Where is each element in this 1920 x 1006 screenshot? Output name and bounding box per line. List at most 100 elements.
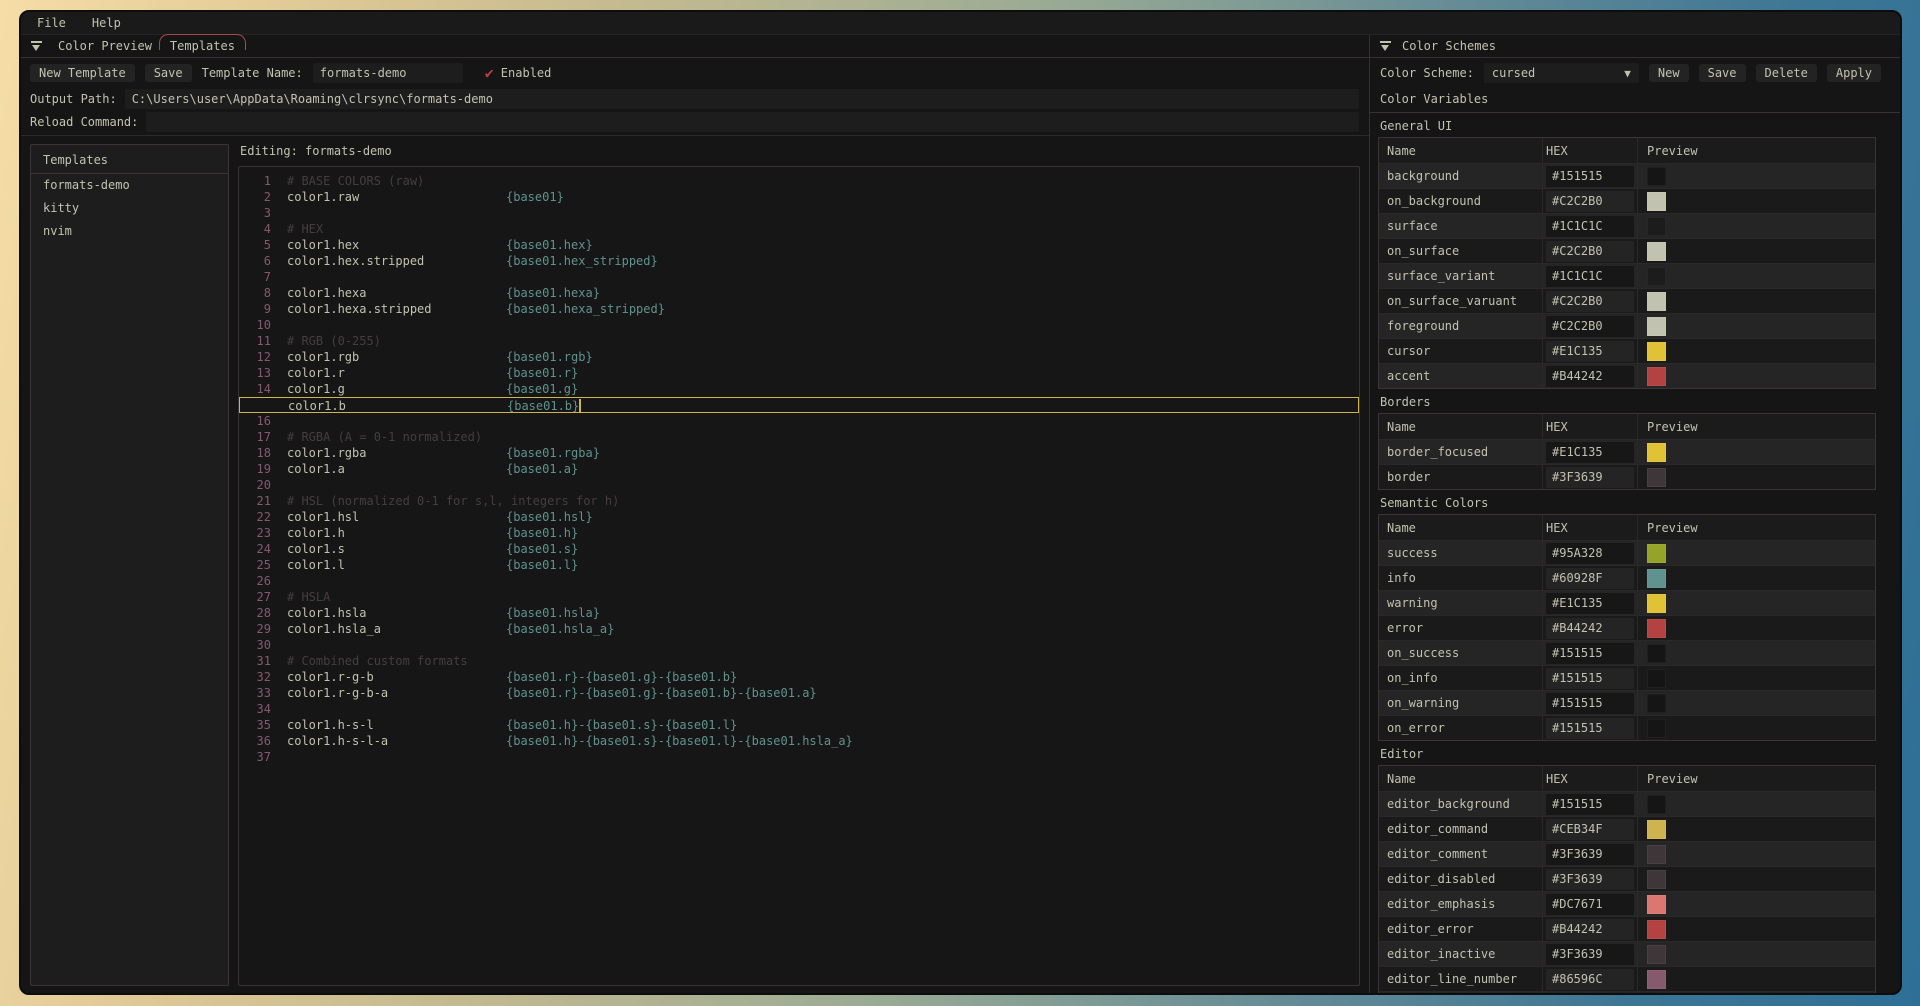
hex-value-input[interactable]: #C2C2B0 — [1546, 316, 1634, 337]
hex-value-input[interactable]: #3F3639 — [1546, 944, 1634, 965]
editor-line[interactable]: 13color1.r{base01.r} — [239, 365, 1359, 381]
list-item-template[interactable]: kitty — [31, 197, 228, 220]
editor-line[interactable]: 16 — [239, 413, 1359, 429]
scheme-apply-button[interactable]: Apply — [1827, 64, 1881, 82]
color-scheme-dropdown[interactable]: cursed ▼ — [1484, 63, 1639, 83]
editor-line[interactable]: 29color1.hsla_a{base01.hsla_a} — [239, 621, 1359, 637]
line-key: color1.g — [287, 381, 506, 397]
enabled-checkbox[interactable]: ✔ Enabled — [485, 66, 552, 81]
editor-line[interactable]: 7 — [239, 269, 1359, 285]
editor-line[interactable]: 27 # HSLA — [239, 589, 1359, 605]
editor-line[interactable]: 32color1.r-g-b{base01.r}-{base01.g}-{bas… — [239, 669, 1359, 685]
editor-line[interactable]: 37 — [239, 749, 1359, 765]
editor-line[interactable]: 10 — [239, 317, 1359, 333]
editor-line[interactable]: 6color1.hex.stripped{base01.hex_stripped… — [239, 253, 1359, 269]
editor-line[interactable]: 31# Combined custom formats — [239, 653, 1359, 669]
hex-value-input[interactable]: #151515 — [1546, 794, 1634, 815]
editor-line[interactable]: 1# BASE COLORS (raw) — [239, 173, 1359, 189]
editor-line[interactable]: 23color1.h{base01.h} — [239, 525, 1359, 541]
editor-line[interactable]: 20 — [239, 477, 1359, 493]
reload-command-input[interactable] — [146, 112, 1359, 132]
editor-line[interactable]: 17# RGBA (A = 0-1 normalized) — [239, 429, 1359, 445]
hex-value-input[interactable]: #151515 — [1546, 718, 1634, 739]
hex-value-input[interactable]: #B44242 — [1546, 618, 1634, 639]
editor-line[interactable]: 14color1.g{base01.g} — [239, 381, 1359, 397]
menu-help[interactable]: Help — [92, 16, 121, 30]
hex-value-input[interactable]: #C2C2B0 — [1546, 241, 1634, 262]
editor-line[interactable]: 22color1.hsl{base01.hsl} — [239, 509, 1359, 525]
editor-line[interactable]: 34 — [239, 701, 1359, 717]
color-variables-title: Color Variables — [1370, 88, 1900, 113]
scheme-new-button[interactable]: New — [1649, 64, 1689, 82]
hex-value-input[interactable]: #E1C135 — [1546, 341, 1634, 362]
hex-value-input[interactable]: #3F3639 — [1546, 869, 1634, 890]
variable-hex-cell: #60928F — [1543, 992, 1638, 993]
editor-line[interactable]: 28color1.hsla{base01.hsla} — [239, 605, 1359, 621]
editor-line[interactable]: 5color1.hex{base01.hex} — [239, 237, 1359, 253]
variable-name: surface — [1379, 214, 1543, 238]
save-template-button[interactable]: Save — [145, 64, 192, 82]
variable-preview-cell — [1638, 214, 1875, 238]
editor-line[interactable]: 26 — [239, 573, 1359, 589]
template-editor[interactable]: 1# BASE COLORS (raw)2color1.raw{base01}3… — [238, 166, 1360, 986]
hex-value-input[interactable]: #1C1C1C — [1546, 266, 1634, 287]
editor-line[interactable]: 24color1.s{base01.s} — [239, 541, 1359, 557]
editor-line[interactable]: 18color1.rgba{base01.rgba} — [239, 445, 1359, 461]
hex-value-input[interactable]: #DC7671 — [1546, 894, 1634, 915]
hex-value-input[interactable]: #B44242 — [1546, 919, 1634, 940]
hex-value-input[interactable]: #151515 — [1546, 693, 1634, 714]
line-key: color1.a — [287, 461, 506, 477]
tab-color-preview[interactable]: Color Preview — [56, 39, 154, 53]
template-name-input[interactable] — [313, 63, 463, 83]
editor-line[interactable]: 21# HSL (normalized 0-1 for s,l, integer… — [239, 493, 1359, 509]
scheme-delete-button[interactable]: Delete — [1756, 64, 1817, 82]
line-comment: # HSLA — [287, 589, 330, 605]
collapse-schemes-icon[interactable] — [1380, 41, 1391, 51]
editor-line[interactable]: 15color1.b{base01.b} — [239, 397, 1359, 413]
hex-value-input[interactable]: #151515 — [1546, 166, 1634, 187]
scheme-save-button[interactable]: Save — [1699, 64, 1746, 82]
color-schemes-header: Color Schemes — [1370, 35, 1900, 58]
editor-line[interactable]: 30 — [239, 637, 1359, 653]
list-item-template[interactable]: nvim — [31, 220, 228, 243]
editor-line[interactable]: 35color1.h-s-l{base01.h}-{base01.s}-{bas… — [239, 717, 1359, 733]
editor-line[interactable]: 4# HEX — [239, 221, 1359, 237]
hex-value-input[interactable]: #C2C2B0 — [1546, 291, 1634, 312]
hex-value-input[interactable]: #151515 — [1546, 643, 1634, 664]
line-number: 17 — [239, 429, 271, 445]
collapse-panel-icon[interactable] — [31, 41, 42, 51]
output-path-input[interactable] — [125, 89, 1359, 109]
editor-line[interactable]: 25color1.l{base01.l} — [239, 557, 1359, 573]
line-key: color1.raw — [287, 189, 506, 205]
hex-value-input[interactable]: #95A328 — [1546, 543, 1634, 564]
line-number: 10 — [239, 317, 271, 333]
menu-file[interactable]: File — [37, 16, 66, 30]
hex-value-input[interactable]: #E1C135 — [1546, 442, 1634, 463]
hex-value-input[interactable]: #151515 — [1546, 668, 1634, 689]
editor-line[interactable]: 9color1.hexa.stripped{base01.hexa_stripp… — [239, 301, 1359, 317]
hex-value-input[interactable]: #C2C2B0 — [1546, 191, 1634, 212]
editor-line[interactable]: 19color1.a{base01.a} — [239, 461, 1359, 477]
hex-value-input[interactable]: #B44242 — [1546, 366, 1634, 387]
editor-line[interactable]: 36color1.h-s-l-a{base01.h}-{base01.s}-{b… — [239, 733, 1359, 749]
editor-line[interactable]: 3 — [239, 205, 1359, 221]
editor-line[interactable]: 33color1.r-g-b-a{base01.r}-{base01.g}-{b… — [239, 685, 1359, 701]
hex-value-input[interactable]: #1C1C1C — [1546, 216, 1634, 237]
table-row: warning#E1C135 — [1379, 590, 1875, 615]
line-number: 27 — [239, 589, 271, 605]
table-row: editor_background#151515 — [1379, 791, 1875, 816]
new-template-button[interactable]: New Template — [30, 64, 135, 82]
editor-line[interactable]: 2color1.raw{base01} — [239, 189, 1359, 205]
hex-value-input[interactable]: #3F3639 — [1546, 467, 1634, 488]
tab-templates[interactable]: Templates — [168, 39, 237, 53]
hex-value-input[interactable]: #3F3639 — [1546, 844, 1634, 865]
editor-line[interactable]: 8color1.hexa{base01.hexa} — [239, 285, 1359, 301]
hex-value-input[interactable]: #60928F — [1546, 568, 1634, 589]
editor-line[interactable]: 12color1.rgb{base01.rgb} — [239, 349, 1359, 365]
editor-line[interactable]: 11# RGB (0-255) — [239, 333, 1359, 349]
hex-value-input[interactable]: #CEB34F — [1546, 819, 1634, 840]
list-item-template[interactable]: formats-demo — [31, 174, 228, 197]
output-path-label: Output Path: — [30, 92, 117, 106]
hex-value-input[interactable]: #86596C — [1546, 969, 1634, 990]
hex-value-input[interactable]: #E1C135 — [1546, 593, 1634, 614]
